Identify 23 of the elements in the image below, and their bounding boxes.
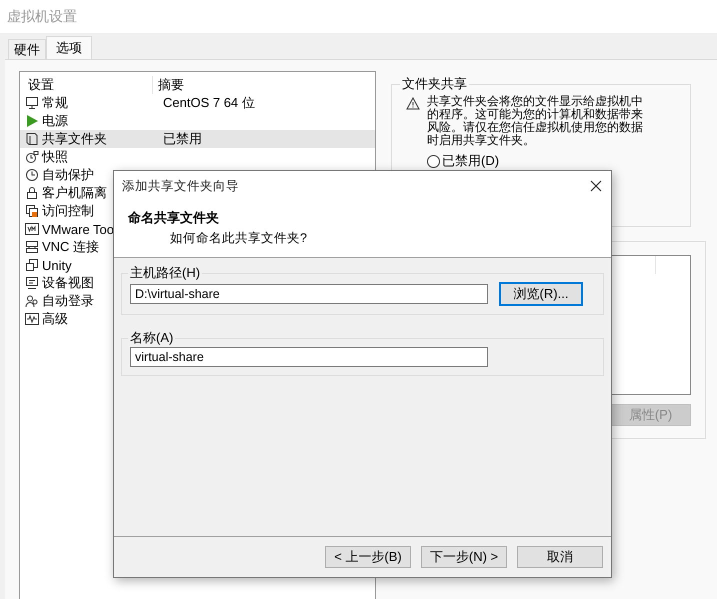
setting-summary: CentOS 7 64 位 xyxy=(162,94,255,112)
setting-name: 常规 xyxy=(42,94,68,112)
setting-name: 电源 xyxy=(42,112,68,130)
setting-name: 高级 xyxy=(42,310,68,328)
setting-name: VMware Too xyxy=(42,222,114,236)
warning-text: 共享文件夹会将您的文件显示给虚拟机中的程序。这可能为您的计算机和数据带来风险。请仅在您信任虚拟机使用您的数据时启用共享文件夹。 xyxy=(427,95,644,147)
setting-name: 快照 xyxy=(42,148,68,166)
setting-name: 自动登录 xyxy=(42,292,94,310)
field-label: 主机路径(H) xyxy=(129,264,202,282)
setting-name: VNC 连接 xyxy=(42,238,100,256)
setting-name: Unity xyxy=(42,258,72,272)
field-label: 名称(A) xyxy=(129,329,174,347)
wizard-subheading: 如何命名此共享文件夹? xyxy=(170,230,308,247)
setting-name: 访问控制 xyxy=(42,202,94,220)
setting-name: 共享文件夹 xyxy=(42,130,107,148)
setting-name: 客户机隔离 xyxy=(42,184,107,202)
window-title: 虚拟机设置 xyxy=(7,8,77,26)
setting-name: 设备视图 xyxy=(42,274,94,292)
wizard-heading: 命名共享文件夹 xyxy=(128,209,220,227)
setting-summary: 已禁用 xyxy=(162,130,202,148)
dialog-title: 添加共享文件夹向导 xyxy=(122,178,239,194)
setting-name: 自动保护 xyxy=(42,166,94,184)
group-label: 文件夹共享 xyxy=(401,75,468,93)
